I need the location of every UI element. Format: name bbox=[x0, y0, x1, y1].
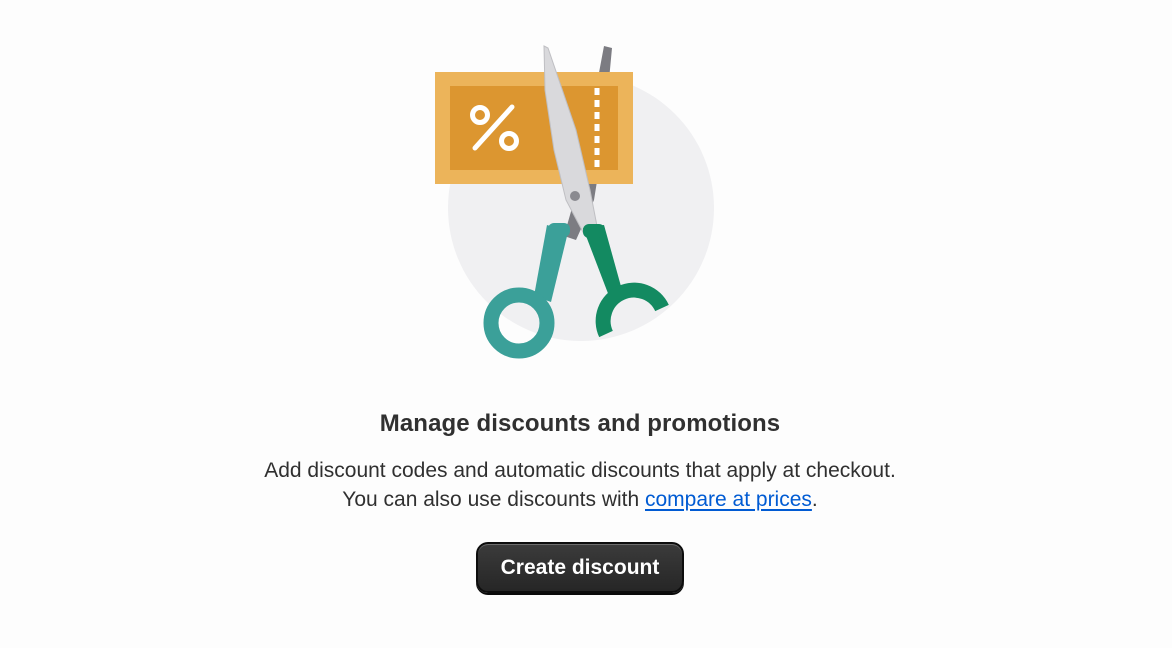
compare-at-prices-link[interactable]: compare at prices bbox=[645, 488, 812, 511]
discounts-empty-state: Manage discounts and promotions Add disc… bbox=[0, 0, 1172, 648]
description-line-2-suffix: . bbox=[811, 488, 818, 511]
description-line-2-prefix: You can also use discounts with bbox=[342, 488, 645, 511]
empty-state-title: Manage discounts and promotions bbox=[379, 410, 781, 437]
create-discount-button[interactable]: Create discount bbox=[476, 542, 684, 593]
coupon-icon bbox=[435, 72, 633, 184]
description-line-1: Add discount codes and automatic discoun… bbox=[264, 459, 896, 482]
description-line-2: You can also use discounts with compare … bbox=[0, 485, 1160, 514]
scissors-pivot-icon bbox=[570, 191, 580, 201]
discount-scissors-illustration bbox=[426, 40, 726, 362]
empty-state-description: Add discount codes and automatic discoun… bbox=[0, 456, 1160, 514]
